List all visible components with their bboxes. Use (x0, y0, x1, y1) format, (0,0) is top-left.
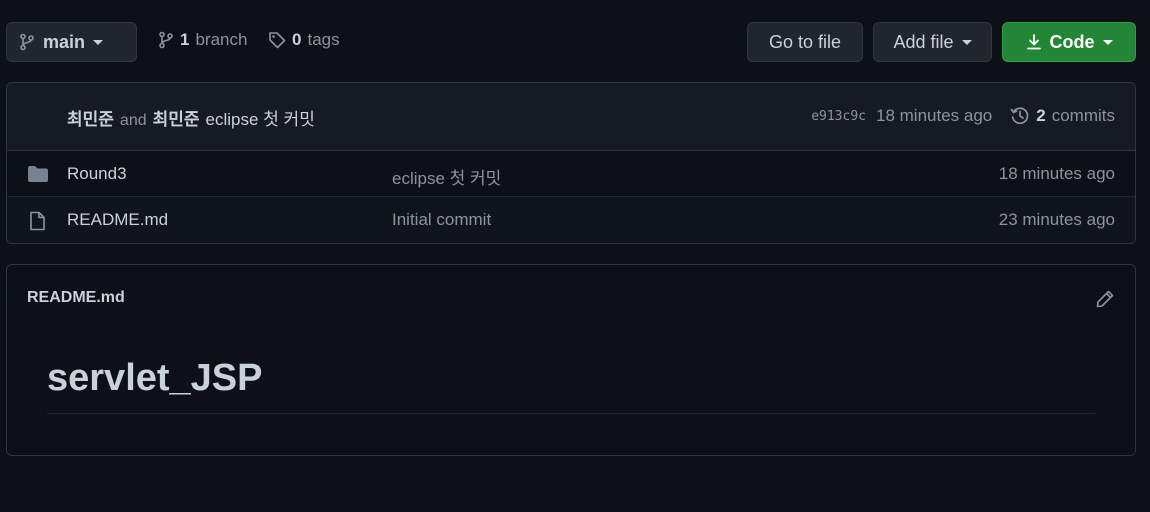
commit-count-label: commits (1051, 106, 1115, 125)
readme-heading: servlet_JSP (47, 357, 263, 399)
file-age: 18 minutes ago (998, 164, 1115, 183)
chevron-down-icon (961, 39, 972, 45)
file-icon (27, 211, 47, 231)
file-name-link[interactable]: README.md (67, 210, 168, 230)
commit-and-text: and (119, 112, 147, 129)
folder-icon (27, 165, 49, 183)
commit-coauthor-link[interactable]: 최민준 (153, 105, 200, 130)
latest-commit-meta: e913c9c 18 minutes ago 2 commits (811, 106, 1115, 126)
branch-selector-button[interactable]: main (6, 22, 137, 62)
branch-count: 1 (180, 30, 190, 49)
file-age: 23 minutes ago (998, 210, 1115, 229)
commit-message-link[interactable]: eclipse 첫 커밋 (206, 105, 315, 130)
branch-label: branch (195, 30, 248, 49)
file-commit-message-link[interactable]: eclipse 첫 커밋 (392, 164, 501, 189)
branches-link[interactable]: 1 branch (158, 30, 247, 50)
tag-label: tags (307, 30, 340, 49)
commit-sha-link[interactable]: e913c9c (811, 109, 866, 124)
latest-commit-summary: 최민준 and 최민준 eclipse 첫 커밋 (67, 105, 315, 130)
add-file-label: Add file (893, 31, 954, 52)
readme-title-link[interactable]: README.md (27, 289, 125, 307)
file-browser: 최민준 and 최민준 eclipse 첫 커밋 e913c9c 18 minu… (6, 82, 1136, 244)
file-row: Round3 eclipse 첫 커밋 18 minutes ago (7, 151, 1135, 197)
history-icon (1010, 106, 1030, 126)
commit-time: 18 minutes ago (876, 106, 993, 125)
file-commit-message-link[interactable]: Initial commit (392, 210, 491, 230)
go-to-file-label: Go to file (768, 31, 842, 52)
readme-panel: README.md servlet_JSP (6, 264, 1136, 456)
latest-commit-bar: 최민준 and 최민준 eclipse 첫 커밋 e913c9c 18 minu… (7, 83, 1135, 151)
tags-link[interactable]: 0 tags (268, 30, 340, 50)
chevron-down-icon (1102, 39, 1113, 45)
go-to-file-button[interactable]: Go to file (747, 22, 863, 62)
download-icon (1026, 33, 1042, 51)
heading-divider (47, 413, 1095, 414)
commit-count: 2 (1036, 106, 1046, 125)
pencil-icon[interactable] (1095, 289, 1115, 309)
code-label: Code (1049, 31, 1095, 52)
add-file-button[interactable]: Add file (873, 22, 992, 62)
code-button[interactable]: Code (1002, 22, 1136, 62)
repo-toolbar: main 1 branch 0 tags Go to file Add file (0, 0, 1150, 82)
commit-author-link[interactable]: 최민준 (67, 105, 114, 130)
file-name-link[interactable]: Round3 (67, 164, 127, 184)
commits-history-link[interactable]: 2 commits (1010, 106, 1115, 126)
chevron-down-icon (93, 39, 104, 45)
tag-count: 0 (292, 30, 302, 49)
file-row: README.md Initial commit 23 minutes ago (7, 197, 1135, 243)
tag-icon (268, 31, 286, 49)
branch-selector-label: main (43, 31, 86, 52)
git-branch-icon (158, 31, 174, 49)
git-branch-icon (19, 33, 35, 51)
